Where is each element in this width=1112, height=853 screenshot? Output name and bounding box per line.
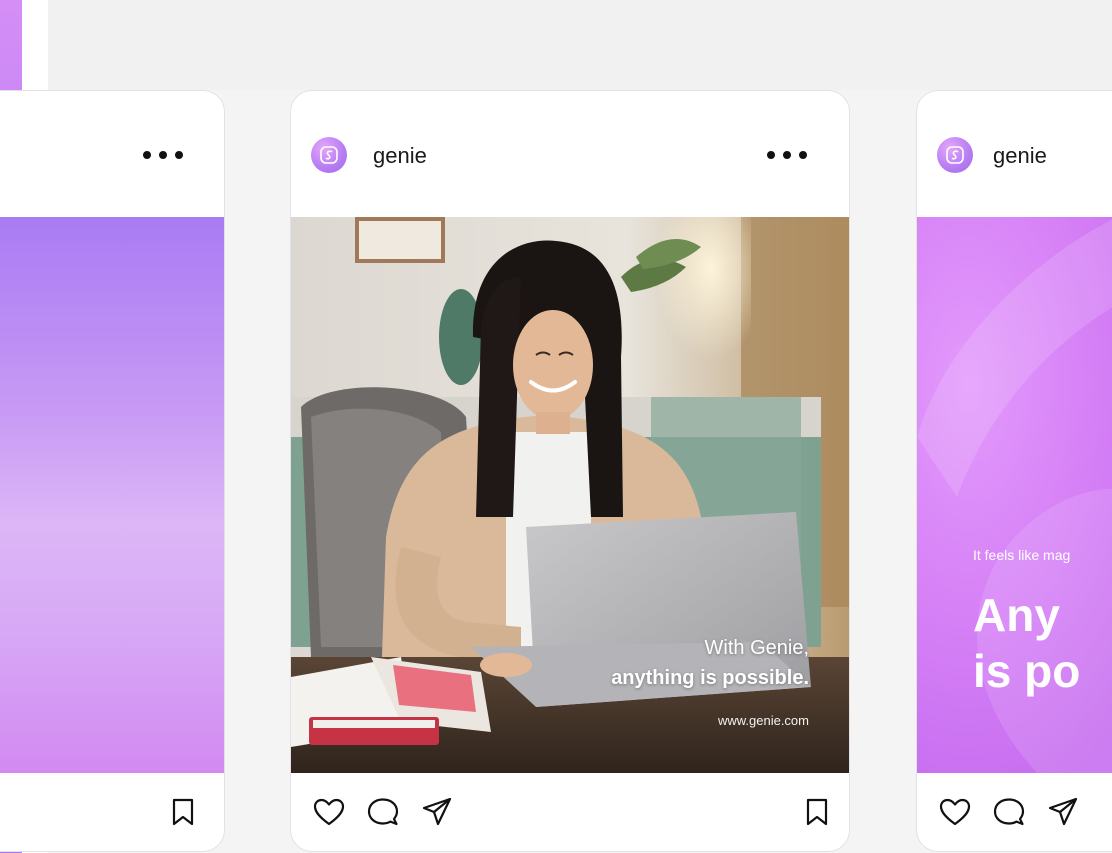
heart-icon[interactable] (313, 797, 345, 827)
post-card-left[interactable] (0, 90, 225, 852)
post-header: genie (291, 91, 849, 217)
more-options-icon[interactable] (143, 149, 187, 161)
send-icon[interactable] (1047, 797, 1079, 827)
feed-carousel: genie With Genie, anything is possible. … (0, 0, 1112, 853)
post-image[interactable] (0, 217, 224, 773)
genie-logo-icon[interactable] (311, 137, 347, 173)
post-photo[interactable]: With Genie, anything is possible. www.ge… (291, 217, 849, 773)
post-header: genie (917, 91, 1112, 217)
send-icon[interactable] (421, 797, 453, 827)
top-shade (48, 0, 1112, 90)
post-tagline: It feels like mag (973, 547, 1071, 563)
bookmark-icon[interactable] (171, 797, 195, 827)
post-headline: Any is po (973, 587, 1080, 699)
post-header (0, 91, 224, 217)
headline-line-2: is po (973, 645, 1081, 697)
post-card-center[interactable]: genie With Genie, anything is possible. … (290, 90, 850, 852)
post-card-right[interactable]: genie It feels like mag Any is po (916, 90, 1112, 852)
comment-icon[interactable] (367, 797, 399, 827)
post-image[interactable]: It feels like mag Any is po (917, 217, 1112, 773)
genie-logo-icon[interactable] (937, 137, 973, 173)
caption-line-1: With Genie, (704, 637, 809, 659)
post-actions (291, 773, 849, 851)
more-options-icon[interactable] (767, 149, 811, 161)
post-actions (917, 773, 1112, 851)
heart-icon[interactable] (939, 797, 971, 827)
post-actions (0, 773, 224, 851)
caption-line-2: anything is possible. (611, 667, 809, 689)
headline-line-1: Any (973, 589, 1060, 641)
caption-url: www.genie.com (717, 713, 809, 728)
post-username[interactable]: genie (993, 143, 1047, 169)
comment-icon[interactable] (993, 797, 1025, 827)
post-username[interactable]: genie (373, 143, 427, 169)
bookmark-icon[interactable] (805, 797, 829, 827)
